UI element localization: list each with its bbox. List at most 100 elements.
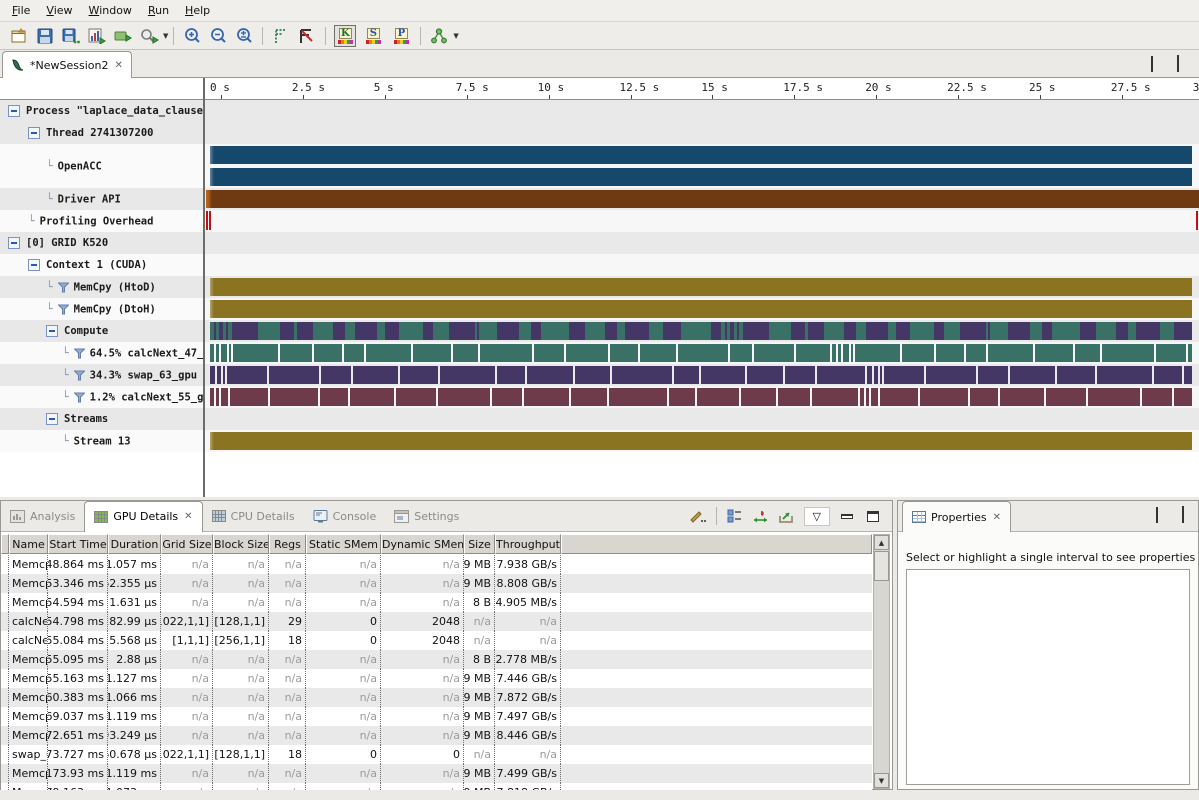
column-header[interactable]: Throughput [495,534,561,554]
timeline-bar[interactable] [210,366,1192,384]
report-icon[interactable] [85,24,109,48]
table-row[interactable]: calcNext155.084 ms5.568 µs[1,1,1][256,1,… [1,631,872,650]
minimize-timeline-icon[interactable] [1151,58,1153,71]
collapse-icon[interactable] [28,259,40,271]
analysis-tree-icon[interactable] [427,24,451,48]
kernel-coloring-button[interactable]: K [334,25,356,47]
table-row[interactable]: calcNext154.798 ms282.99 µs[1022,1,1][12… [1,612,872,631]
kernel-calcnext55-bar[interactable] [205,386,1199,408]
column-header[interactable]: Dynamic SMem [381,534,464,554]
timeline-bar[interactable] [210,300,1192,318]
filter-icon[interactable] [58,282,69,292]
edit-filter-icon[interactable] [686,504,710,528]
save-all-icon[interactable] [59,24,83,48]
column-header[interactable]: Duration [108,534,161,554]
menu-window[interactable]: Window [81,1,140,20]
table-row[interactable]: Memcpy169.037 ms1.119 msn/an/an/an/an/a9… [1,707,872,726]
zoom-out-icon[interactable] [206,24,230,48]
tree-row[interactable]: Context 1 (CUDA) [0,254,203,276]
tab-cpu-details[interactable]: CPU Details [203,501,304,531]
timeline-bar[interactable] [206,190,1199,208]
filter-icon[interactable] [74,392,85,402]
timeline-bar[interactable] [210,168,1192,186]
profiling-overhead-row[interactable] [205,210,1199,232]
timeline-ruler[interactable]: 0 s2.5 s5 s7.5 s10 s12.5 s15 s17.5 s20 s… [0,78,1199,100]
tree-row[interactable]: [0] GRID K520 [0,232,203,254]
compute-bar[interactable] [205,320,1199,342]
save-icon[interactable] [33,24,57,48]
timeline-bar[interactable] [210,388,1192,406]
view-menu-icon[interactable]: ▽ [804,507,830,526]
tree-row[interactable]: └Profiling Overhead [0,210,203,232]
gpu-details-close-icon[interactable]: ✕ [184,511,192,522]
profiling-tick[interactable] [209,211,211,230]
table-row[interactable]: Memcpy173.93 ms1.119 msn/an/an/an/an/a9 … [1,764,872,783]
collapse-icon[interactable] [8,105,20,117]
table-row[interactable]: Memcpy179.163 ms1.073 msn/an/an/an/an/a9… [1,783,872,790]
tree-row[interactable]: └MemCpy (DtoH) [0,298,203,320]
timeline-bar[interactable] [210,322,1192,340]
tree-row[interactable]: └64.5% calcNext_47_... [0,342,203,364]
maximize-properties-icon[interactable] [1182,509,1184,522]
table-row[interactable]: Memcpy154.594 ms1.631 µsn/an/an/an/an/a8… [1,593,872,612]
openacc-bar-2[interactable] [205,166,1199,188]
export-icon[interactable] [775,504,799,528]
memcpy-dtoh-bar[interactable] [205,298,1199,320]
column-header[interactable]: Regs [269,534,306,554]
menu-view[interactable]: View [38,1,80,20]
kernel-swap63-bar[interactable] [205,364,1199,386]
session-tab[interactable]: *NewSession2 ✕ [2,51,132,78]
maximize-timeline-icon[interactable] [1177,58,1179,71]
timeline-bar[interactable] [210,344,1192,362]
new-session-icon[interactable] [7,24,31,48]
tree-row[interactable]: Compute [0,320,203,342]
tree-row[interactable]: └Driver API [0,188,203,210]
context-row[interactable] [205,254,1199,276]
filter-icon[interactable] [58,304,69,314]
tab-settings[interactable]: Settings [385,501,468,531]
menu-run[interactable]: Run [140,1,177,20]
column-header[interactable]: Block Size [213,534,269,554]
scroll-up-icon[interactable]: ▲ [874,535,889,550]
scrollbar-thumb[interactable] [874,551,889,581]
streams-row[interactable] [205,408,1199,430]
table-row[interactable]: Memcpy160.383 ms1.066 msn/an/an/an/an/a9… [1,688,872,707]
minimize-details-icon[interactable] [835,504,859,528]
search-icon[interactable] [137,24,161,48]
layout-icon[interactable] [723,504,747,528]
column-header[interactable]: Static SMem [306,534,381,554]
tree-row[interactable]: Process "laplace_data_clauses 10... [0,100,203,122]
tree-row[interactable]: Streams [0,408,203,430]
table-row[interactable]: Memcpy148.864 ms1.057 msn/an/an/an/an/a9… [1,555,872,574]
collapse-icon[interactable] [8,237,20,249]
analysis-dropdown-caret[interactable]: ▼ [453,32,458,40]
table-row[interactable]: Memcpy172.651 ms93.249 µsn/an/an/an/an/a… [1,726,872,745]
timeline-bar[interactable] [210,432,1192,450]
tab-gpu-details[interactable]: GPU Details ✕ [84,501,202,532]
driver-api-bar[interactable] [205,188,1199,210]
menu-help[interactable]: Help [177,1,218,20]
table-row[interactable]: Memcpy155.095 ms2.88 µsn/an/an/an/an/a8 … [1,650,872,669]
table-row[interactable]: Memcpy153.346 ms62.355 µsn/an/an/an/an/a… [1,574,872,593]
table-row[interactable]: swap_63_gpu173.727 ms60.678 µs[1022,1,1]… [1,745,872,764]
grid-k520-row[interactable] [205,232,1199,254]
zoom-fit-icon[interactable] [232,24,256,48]
profiling-tick[interactable] [206,211,208,230]
tree-row[interactable]: └OpenACC [0,144,203,188]
move-interval-icon[interactable] [749,504,773,528]
tree-row[interactable]: Thread 2741307200 [0,122,203,144]
kernel-calcnext47-bar[interactable] [205,342,1199,364]
tree-row[interactable]: └MemCpy (HtoD) [0,276,203,298]
gpu-details-table[interactable]: NameStart TimeDurationGrid SizeBlock Siz… [1,534,872,790]
properties-close-icon[interactable]: ✕ [993,512,1001,523]
stream-coloring-button[interactable]: S [362,25,384,47]
timeline-bar[interactable] [210,278,1192,296]
process-row[interactable] [205,100,1199,122]
minimize-properties-icon[interactable] [1156,509,1158,522]
memcpy-htod-bar[interactable] [205,276,1199,298]
tree-row[interactable]: └Stream 13 [0,430,203,452]
zoom-in-icon[interactable] [180,24,204,48]
search-dropdown-caret[interactable]: ▼ [163,32,168,40]
marker-free-icon[interactable] [269,24,293,48]
profiling-tick[interactable] [1196,211,1198,230]
